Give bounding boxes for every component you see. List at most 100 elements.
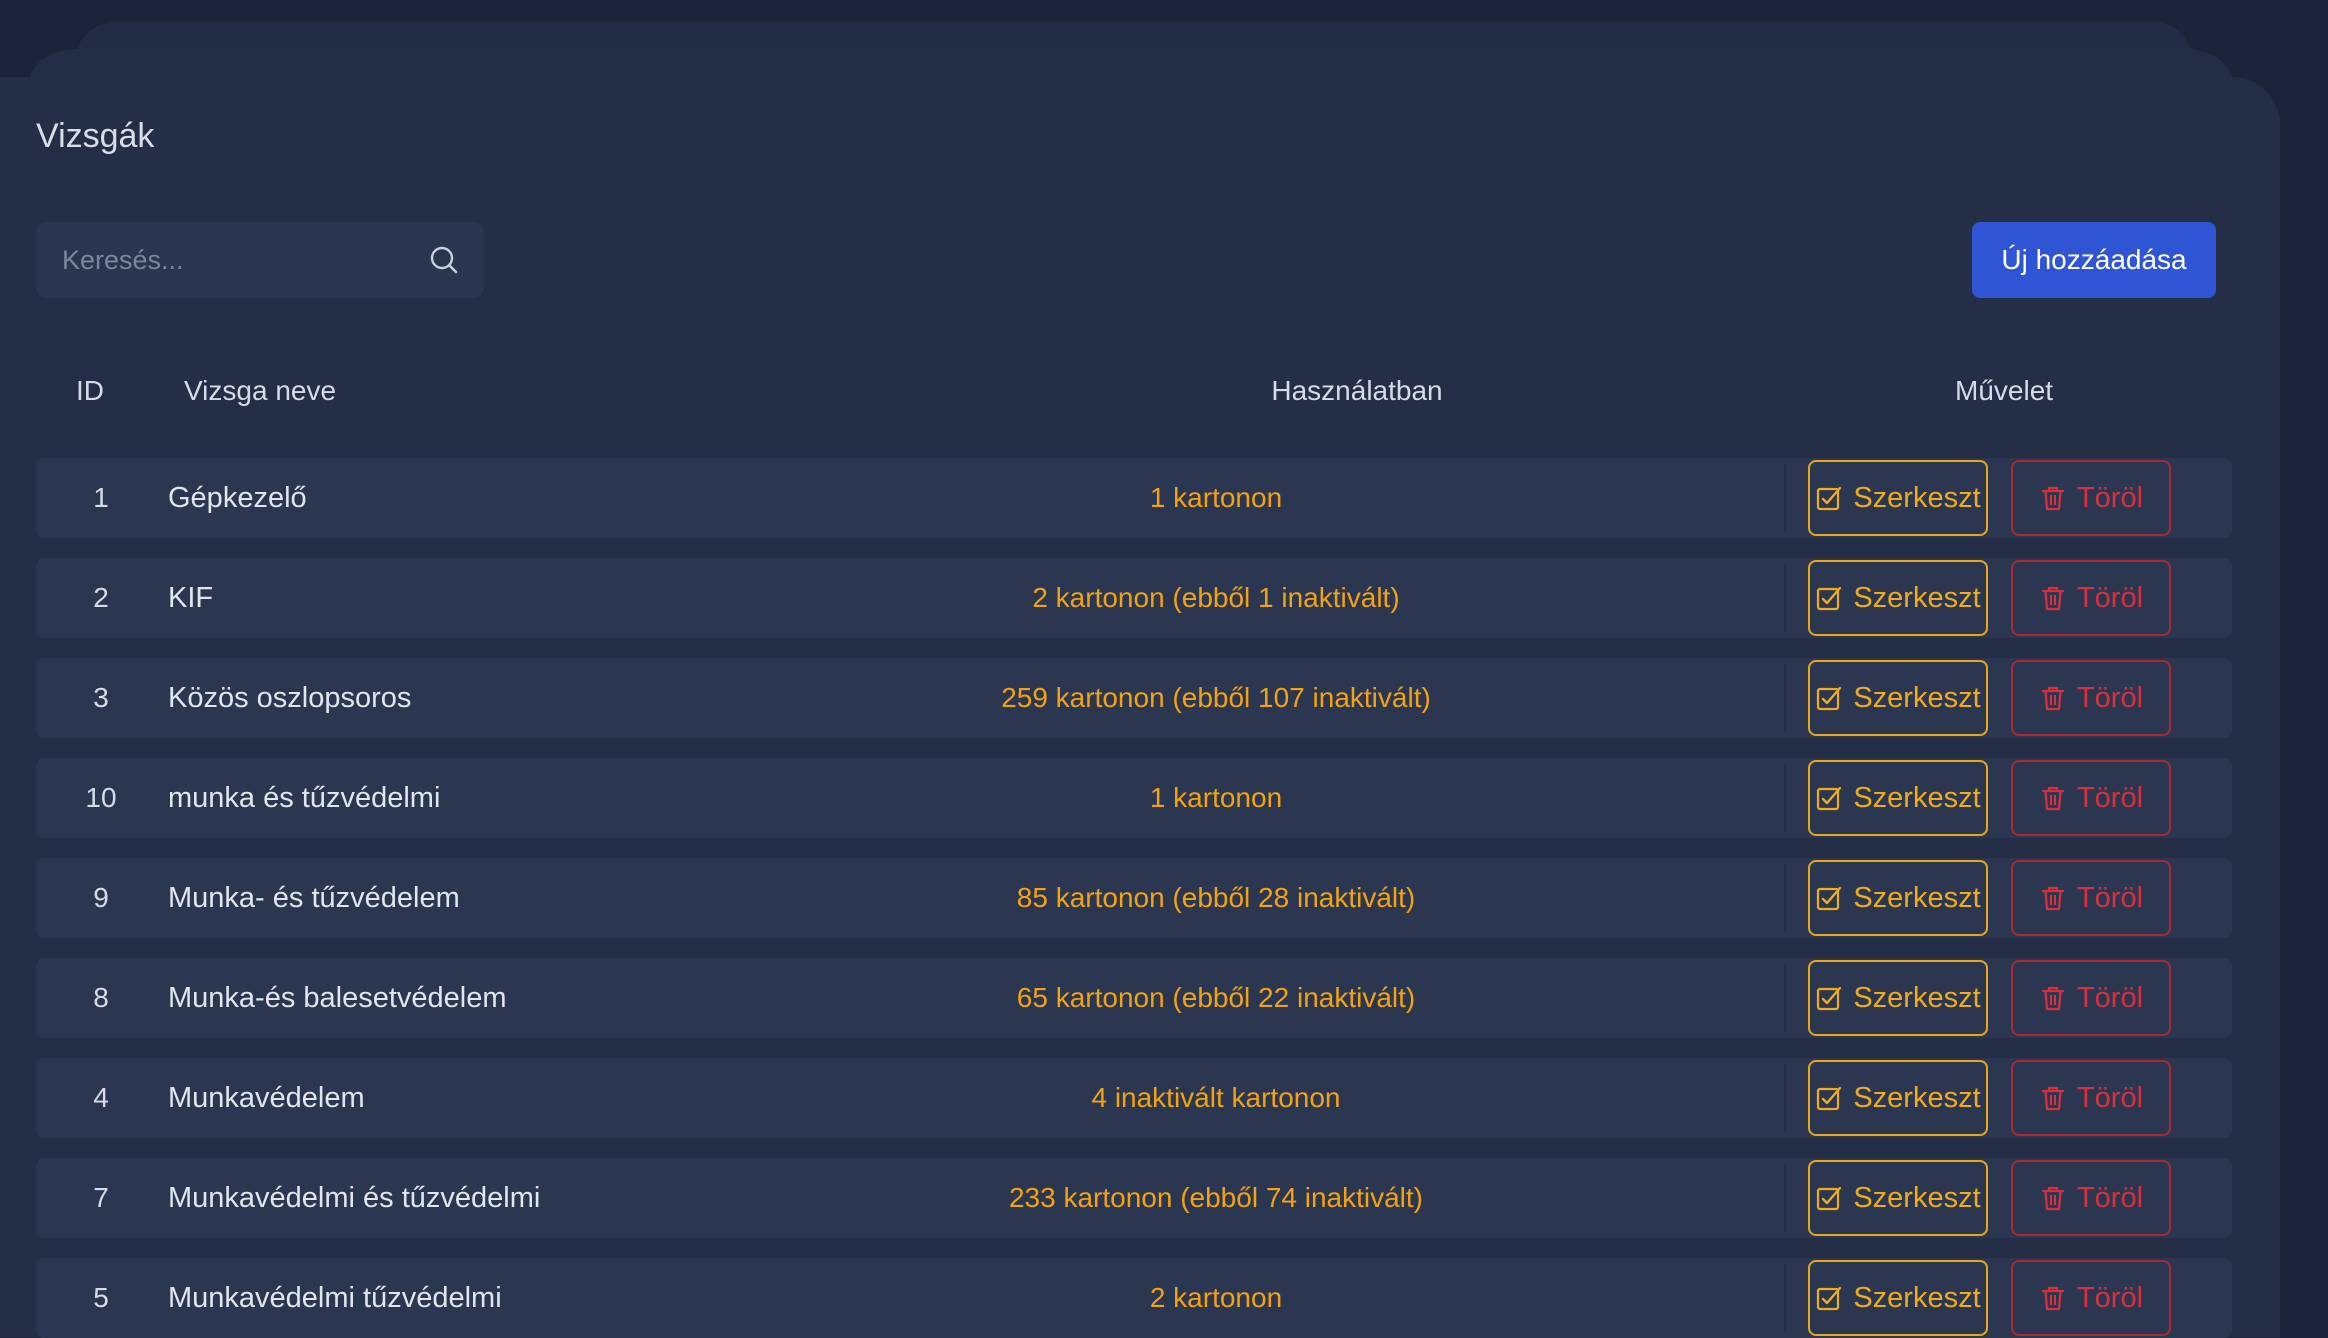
check-square-icon [1817,986,1842,1011]
edit-button[interactable]: Szerkeszt [1808,960,1988,1036]
table-row: 4 Munkavédelem 4 inaktivált kartonon Szerke… [36,1058,2232,1138]
table-row: 9 Munka- és tűzvédelem 85 kartonon (ebből … [36,858,2232,938]
row-usage: 259 kartonon (ebből 107 inaktivált) [1001,682,1431,713]
delete-button[interactable]: Töröl [2011,660,2171,736]
row-id: 5 [93,1282,109,1313]
row-exam-name: munka és tűzvédelmi [168,781,441,814]
edit-button-label: Szerkeszt [1853,981,1981,1014]
trash-icon [2041,1286,2065,1311]
row-exam-name: Munkavédelem [168,1081,365,1114]
edit-button-label: Szerkeszt [1853,1181,1981,1214]
delete-button-label: Töröl [2076,881,2144,914]
row-usage: 233 kartonon (ebből 74 inaktivált) [1008,1182,1424,1213]
edit-button-label: Szerkeszt [1853,781,1981,814]
delete-button[interactable]: Töröl [2011,460,2171,536]
row-divider [1784,1064,1786,1132]
delete-button-label: Töröl [2076,481,2144,514]
row-usage: 65 kartonon (ebből 22 inaktivált) [1016,982,1416,1013]
delete-button[interactable]: Töröl [2011,760,2171,836]
delete-button-label: Töröl [2076,1081,2144,1114]
edit-button[interactable]: Szerkeszt [1808,1160,1988,1236]
row-usage: 85 kartonon (ebből 28 inaktivált) [1016,882,1416,913]
column-header-name: Vizsga neve [184,375,337,406]
check-square-icon [1817,786,1842,811]
delete-button[interactable]: Töröl [2011,1060,2171,1136]
row-divider [1784,1164,1786,1232]
search-icon[interactable] [428,244,460,276]
page-title: Vizsgák [36,117,155,155]
row-usage: 4 inaktivált kartonon [1091,1082,1341,1113]
row-id: 9 [93,882,109,913]
column-header-id: ID [76,375,104,406]
row-exam-name: KIF [168,581,214,614]
check-square-icon [1817,1286,1842,1311]
check-square-icon [1817,886,1842,911]
row-id: 1 [93,482,109,513]
row-divider [1784,664,1786,732]
edit-button[interactable]: Szerkeszt [1808,1260,1988,1336]
delete-button-label: Töröl [2076,781,2144,814]
row-id: 2 [93,582,109,613]
delete-button-label: Töröl [2076,581,2144,614]
row-exam-name: Munka- és tűzvédelem [168,881,460,914]
column-header-usage: Használatban [1271,375,1443,406]
row-divider [1784,964,1786,1032]
row-exam-name: Munka-és balesetvédelem [168,981,507,1014]
table-row: 3 Közös oszlopsoros 259 kartonon (ebből 10… [36,658,2232,738]
edit-button[interactable]: Szerkeszt [1808,1060,1988,1136]
trash-icon [2041,786,2065,811]
row-divider [1784,1264,1786,1332]
table-row: 2 KIF 2 kartonon (ebből 1 inaktivált) Szerk… [36,558,2232,638]
edit-button[interactable]: Szerkeszt [1808,660,1988,736]
delete-button[interactable]: Töröl [2011,1260,2171,1336]
row-usage: 2 kartonon (ebből 1 inaktivált) [1032,582,1400,613]
edit-button-label: Szerkeszt [1853,681,1981,714]
row-id: 4 [93,1082,109,1113]
table-row: 5 Munkavédelmi tűzvédelmi 2 kartonon Szerke… [36,1258,2232,1338]
trash-icon [2041,1186,2065,1211]
edit-button-label: Szerkeszt [1853,1081,1981,1114]
edit-button-label: Szerkeszt [1853,481,1981,514]
delete-button[interactable]: Töröl [2011,1160,2171,1236]
table-row: 1 Gépkezelő 1 kartonon Szerkeszt Töröl [36,458,2232,538]
trash-icon [2041,1086,2065,1111]
delete-button[interactable]: Töröl [2011,860,2171,936]
column-header-action: Művelet [1955,375,2054,406]
check-square-icon [1817,486,1842,511]
trash-icon [2041,986,2065,1011]
row-id: 3 [93,682,109,713]
row-usage: 2 kartonon [1149,1282,1283,1313]
edit-button[interactable]: Szerkeszt [1808,460,1988,536]
search-box [36,222,484,298]
row-usage: 1 kartonon [1149,782,1283,813]
row-divider [1784,564,1786,632]
row-divider [1784,864,1786,932]
delete-button-label: Töröl [2076,981,2144,1014]
trash-icon [2041,686,2065,711]
check-square-icon [1817,586,1842,611]
edit-button-label: Szerkeszt [1853,581,1981,614]
delete-button[interactable]: Töröl [2011,560,2171,636]
edit-button-label: Szerkeszt [1853,881,1981,914]
row-divider [1784,464,1786,532]
edit-button-label: Szerkeszt [1853,1281,1981,1314]
row-id: 10 [85,782,117,813]
edit-button[interactable]: Szerkeszt [1808,860,1988,936]
check-square-icon [1817,1086,1842,1111]
row-usage: 1 kartonon [1149,482,1283,513]
search-input[interactable] [36,222,484,298]
row-id: 7 [93,1182,109,1213]
delete-button-label: Töröl [2076,1281,2144,1314]
delete-button[interactable]: Töröl [2011,960,2171,1036]
delete-button-label: Töröl [2076,1181,2144,1214]
edit-button[interactable]: Szerkeszt [1808,760,1988,836]
row-id: 8 [93,982,109,1013]
add-new-button[interactable]: Új hozzáadása [1972,222,2216,298]
row-exam-name: Közös oszlopsoros [168,681,412,714]
check-square-icon [1817,686,1842,711]
edit-button[interactable]: Szerkeszt [1808,560,1988,636]
table-row: 8 Munka-és balesetvédelem 65 kartonon (ebb… [36,958,2232,1038]
row-exam-name: Munkavédelmi tűzvédelmi [168,1281,502,1314]
table-row: 10 munka és tűzvédelmi 1 kartonon Szerkeszt… [36,758,2232,838]
trash-icon [2041,586,2065,611]
